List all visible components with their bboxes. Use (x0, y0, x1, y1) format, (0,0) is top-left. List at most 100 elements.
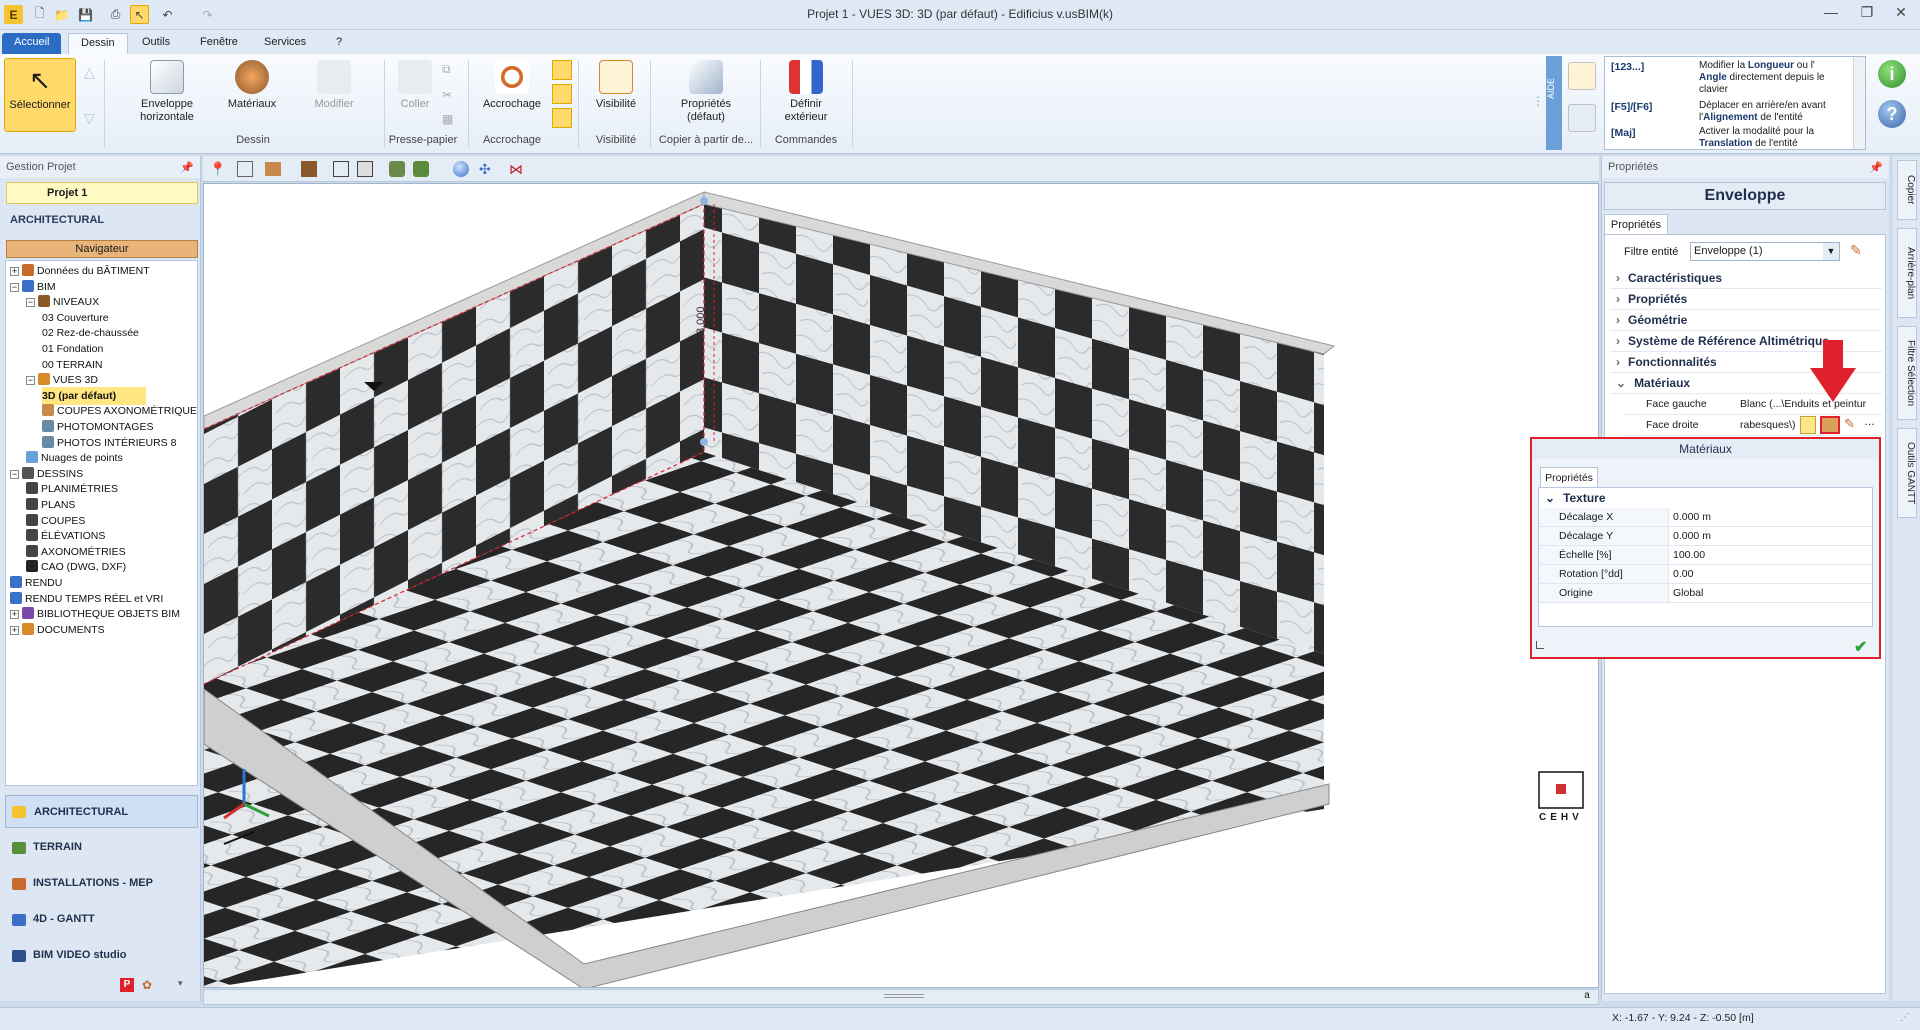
expand-toggle-icon[interactable]: + (10, 625, 19, 635)
tab-dessin[interactable]: Dessin (68, 33, 128, 54)
help-scrollbar[interactable] (1853, 57, 1865, 149)
help-text-0: Modifier la Longueur ou l' Angle directem… (1699, 60, 1825, 95)
texture-row-label: Décalage X (1539, 508, 1669, 526)
texture-row-value[interactable]: 0.00 (1669, 565, 1693, 583)
view-cube-letters[interactable]: CEHV (1539, 812, 1583, 823)
frame-icon[interactable] (237, 161, 253, 177)
visibility-button[interactable]: Visibilité (584, 60, 648, 110)
module-terrain[interactable]: TERRAIN (5, 831, 198, 864)
snap-endpoint-icon[interactable] (552, 60, 572, 80)
pin-icon[interactable]: 📍 (209, 161, 226, 178)
navigator-button[interactable]: Navigateur (6, 240, 198, 258)
separator (760, 60, 761, 148)
section-properties[interactable]: › Propriétés (1610, 289, 1882, 310)
share-icon[interactable]: ⋈ (509, 161, 523, 178)
paste-special-icon[interactable]: ▦ (442, 112, 453, 126)
tab-help[interactable]: ? (324, 33, 354, 54)
tab-services[interactable]: Services (252, 33, 318, 54)
side-tab-copy[interactable]: Copier (1897, 160, 1917, 220)
terrain-view-icon[interactable] (413, 161, 429, 177)
confirm-check-icon[interactable]: ✔ (1854, 637, 1867, 657)
tab-properties[interactable]: Propriétés (1604, 214, 1668, 234)
texture-settings-icon[interactable] (1820, 416, 1840, 434)
scroll-down-icon[interactable]: ▽ (84, 110, 95, 127)
filter-select[interactable]: Enveloppe (1) ▼ (1690, 242, 1840, 261)
close-button[interactable]: ✕ (1886, 4, 1916, 24)
minimize-button[interactable]: — (1816, 4, 1846, 24)
texture-row-label: Décalage Y (1539, 527, 1669, 545)
chair-icon[interactable] (301, 161, 317, 177)
tree-node-label: 01 Fondation (42, 343, 104, 355)
cut-icon[interactable]: ✂ (442, 88, 452, 102)
materials-popup-tab[interactable]: Propriétés (1540, 467, 1598, 487)
section-characteristics[interactable]: › Caractéristiques (1610, 268, 1882, 289)
material-view-icon[interactable] (265, 162, 281, 176)
scroll-up-icon[interactable]: △ (84, 64, 95, 81)
zoom-window-icon[interactable] (333, 161, 349, 177)
module-bim-video[interactable]: BIM VIDEO studio (5, 939, 198, 972)
help-docs-icon[interactable] (1568, 104, 1596, 132)
puzzle-icon[interactable]: ✿ (142, 978, 156, 992)
ribbon-dots-icon: ⋮ (1532, 94, 1544, 108)
expand-toggle-icon[interactable]: − (26, 376, 35, 386)
material-picker-icon[interactable] (1800, 416, 1816, 434)
texture-section[interactable]: ⌄ Texture (1539, 488, 1872, 508)
texture-row[interactable]: Échelle [%] 100.00 (1539, 546, 1872, 565)
copy-icon[interactable]: ⧉ (442, 62, 451, 77)
resize-corner-icon[interactable] (1536, 641, 1544, 649)
terrain-icon (12, 842, 26, 854)
side-tab-gantt[interactable]: Outils GANTT (1897, 428, 1917, 518)
expand-toggle-icon[interactable]: + (10, 610, 19, 620)
zoom-extents-icon[interactable] (357, 161, 373, 177)
materials-button[interactable]: Matériaux (218, 60, 286, 110)
side-tab-background[interactable]: Arrière-plan (1897, 228, 1917, 318)
side-tab-filter[interactable]: Filtre Sélection (1897, 326, 1917, 420)
globe-icon[interactable] (453, 161, 469, 177)
texture-row[interactable]: Rotation [°dd] 0.00 (1539, 565, 1872, 584)
separator (650, 60, 651, 148)
info-icon[interactable]: i (1878, 60, 1906, 88)
module-gantt[interactable]: 4D - GANTT (5, 903, 198, 936)
modify-button[interactable]: Modifier (300, 60, 368, 110)
plugin-p-icon[interactable]: P (120, 978, 134, 992)
mini-button[interactable]: a (1580, 990, 1594, 1004)
section-geometry[interactable]: › Géométrie (1610, 310, 1882, 331)
texture-row-value[interactable]: 100.00 (1669, 546, 1705, 564)
define-exterior-button[interactable]: Définir extérieur (766, 60, 846, 124)
module-mep[interactable]: INSTALLATIONS - MEP (5, 867, 198, 900)
help-mail-icon[interactable] (1568, 62, 1596, 90)
texture-row[interactable]: Décalage Y 0.000 m (1539, 527, 1872, 546)
snap-button[interactable]: Accrochage (476, 60, 548, 110)
paste-button[interactable]: Coller (388, 60, 442, 110)
module-architectural[interactable]: ARCHITECTURAL (5, 795, 198, 828)
texture-row-value[interactable]: 0.000 m (1669, 508, 1711, 526)
expand-toggle-icon[interactable]: − (10, 469, 19, 479)
3d-viewport[interactable]: 3.000 CEHV (203, 183, 1599, 988)
filter-edit-icon[interactable]: ✎ (1850, 242, 1868, 260)
tab-accueil[interactable]: Accueil (2, 33, 62, 54)
default-properties-button[interactable]: Propriétés (défaut) (656, 60, 756, 124)
tree-node[interactable]: + DOCUMENTS (10, 621, 105, 639)
texture-row[interactable]: Décalage X 0.000 m (1539, 508, 1872, 527)
project-item[interactable]: Projet 1 (6, 182, 198, 204)
texture-row[interactable]: Origine Global (1539, 584, 1872, 603)
snap-midpoint-icon[interactable] (552, 84, 572, 104)
more-modules-icon[interactable]: ▾ (178, 978, 183, 989)
texture-row-value[interactable]: Global (1669, 584, 1703, 602)
viewport-splitter[interactable] (203, 989, 1599, 1005)
axes-icon[interactable]: ✣ (479, 161, 491, 178)
snap-grid-icon[interactable] (552, 108, 572, 128)
expand-toggle-icon[interactable]: − (10, 282, 19, 292)
envelope-button[interactable]: Enveloppe horizontale (118, 60, 216, 124)
tab-outils[interactable]: Outils (130, 33, 182, 54)
help-question-icon[interactable]: ? (1878, 100, 1906, 128)
material-more-icon[interactable]: … (1864, 416, 1880, 434)
expand-toggle-icon[interactable]: − (26, 298, 35, 308)
render-icon[interactable] (389, 161, 405, 177)
tab-fenetre[interactable]: Fenêtre (188, 33, 250, 54)
material-edit-icon[interactable]: ✎ (1844, 416, 1860, 434)
expand-toggle-icon[interactable]: + (10, 267, 19, 276)
texture-row-value[interactable]: 0.000 m (1669, 527, 1711, 545)
select-button[interactable]: ↖ Sélectionner (4, 58, 76, 132)
restore-button[interactable]: ❐ (1852, 4, 1882, 24)
